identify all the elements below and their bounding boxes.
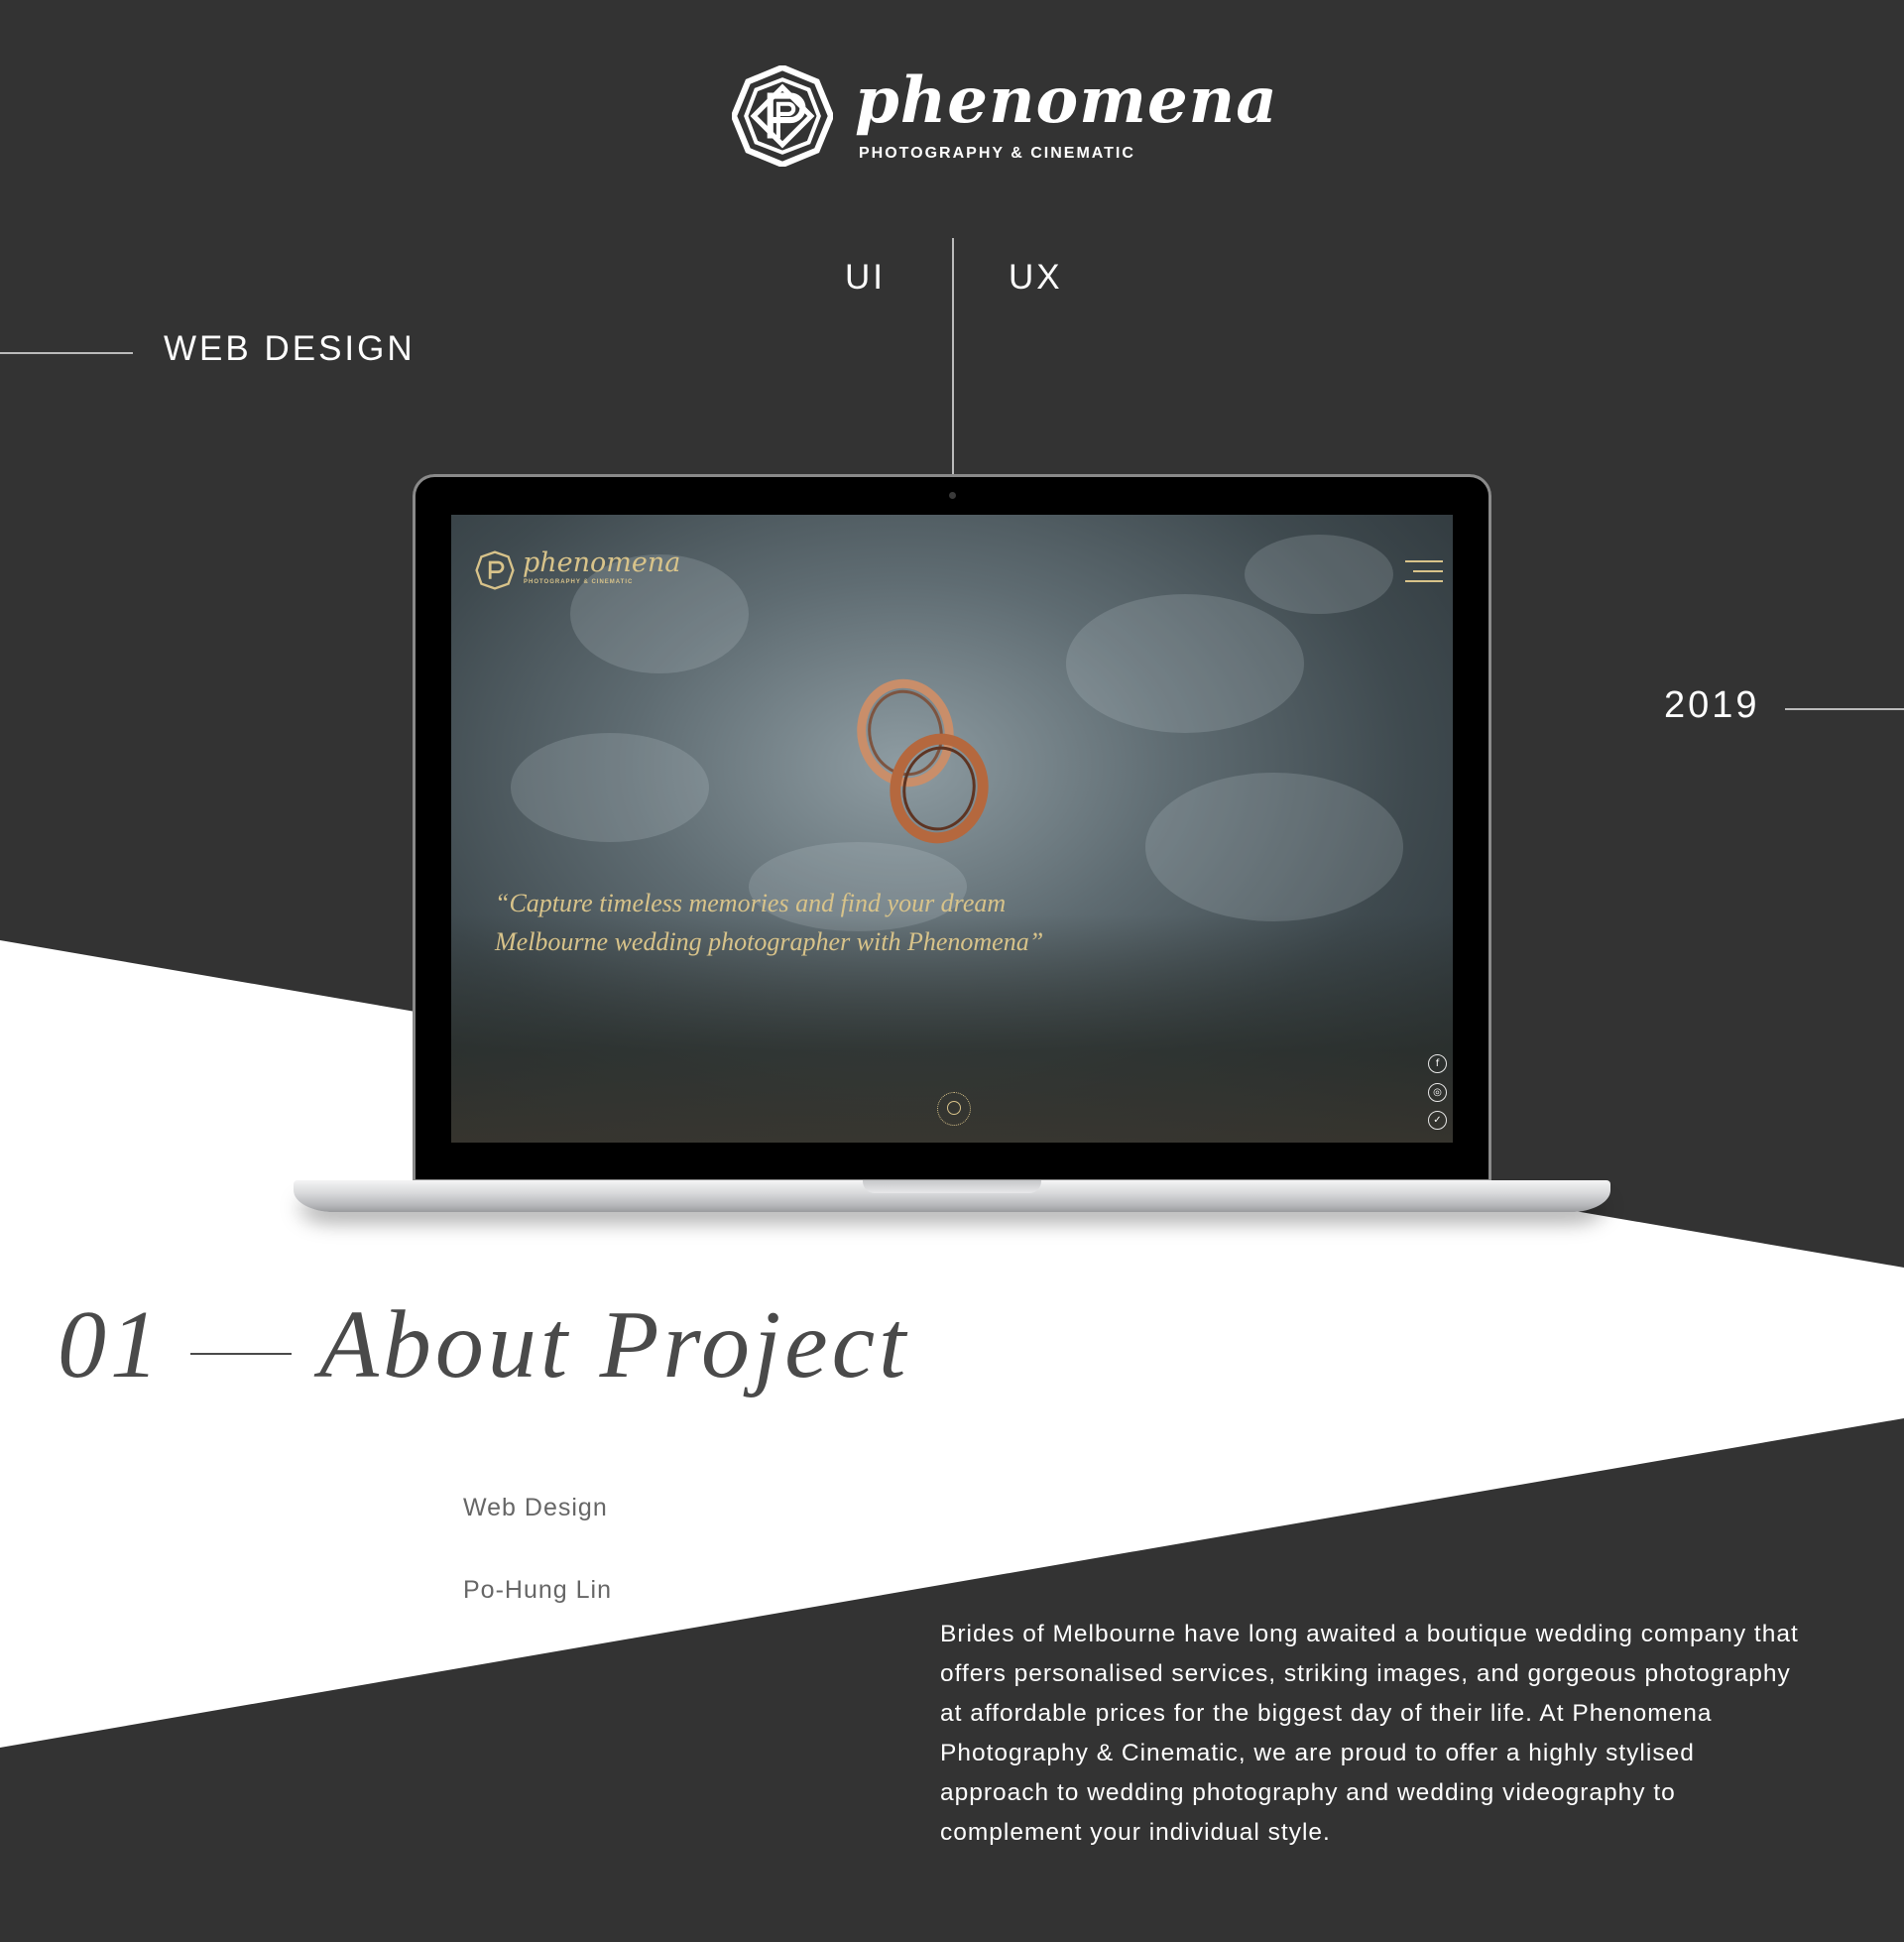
- site-logo[interactable]: phenomena PHOTOGRAPHY & CINEMATIC: [475, 546, 693, 594]
- hero-quote-line2: Melbourne wedding photographer with Phen…: [495, 927, 1044, 956]
- water-highlight: [1245, 535, 1393, 614]
- laptop-camera: [949, 492, 956, 499]
- hero-quote: “Capture timeless memories and find your…: [495, 884, 1130, 961]
- tag-ui: UI: [845, 258, 886, 297]
- tag-year: 2019: [1664, 684, 1760, 726]
- laptop-trackpad-notch: [863, 1180, 1041, 1193]
- water-highlight: [1145, 773, 1403, 921]
- brand-seal-icon: [732, 65, 833, 167]
- tag-ux: UX: [1009, 258, 1063, 297]
- project-description: Brides of Melbourne have long awaited a …: [940, 1621, 1799, 1846]
- water-highlight: [1066, 594, 1304, 733]
- twitter-icon[interactable]: ✓: [1428, 1111, 1447, 1130]
- water-highlight: [511, 733, 709, 842]
- project-role: Web Design: [463, 1494, 608, 1521]
- tag-web-design: WEB DESIGN: [164, 329, 416, 368]
- instagram-icon[interactable]: ◎: [1428, 1083, 1447, 1102]
- site-logo-tagline: PHOTOGRAPHY & CINEMATIC: [524, 579, 634, 585]
- about-section-number: 01: [58, 1291, 163, 1398]
- project-author: Po-Hung Lin: [463, 1576, 612, 1604]
- site-logo-name: phenomena: [523, 547, 681, 578]
- hamburger-menu-icon[interactable]: [1405, 558, 1443, 584]
- scroll-down-button[interactable]: [937, 1092, 971, 1126]
- right-rule: [1785, 708, 1904, 710]
- site-logo-seal-icon: [475, 550, 515, 590]
- brand-name: phenomena: [855, 63, 1278, 138]
- laptop-screen: phenomena PHOTOGRAPHY & CINEMATIC “Captu…: [451, 515, 1453, 1143]
- about-section-title: About Project: [319, 1291, 910, 1398]
- brand-tagline: PHOTOGRAPHY & CINEMATIC: [859, 145, 1135, 162]
- brand-logo: phenomena PHOTOGRAPHY & CINEMATIC: [732, 61, 1277, 171]
- hero-quote-line1: “Capture timeless memories and find your…: [495, 889, 1007, 917]
- left-rule: [0, 352, 133, 354]
- wedding-rings-image: [857, 678, 989, 844]
- about-title-dash: [190, 1353, 292, 1355]
- facebook-icon[interactable]: f: [1428, 1054, 1447, 1073]
